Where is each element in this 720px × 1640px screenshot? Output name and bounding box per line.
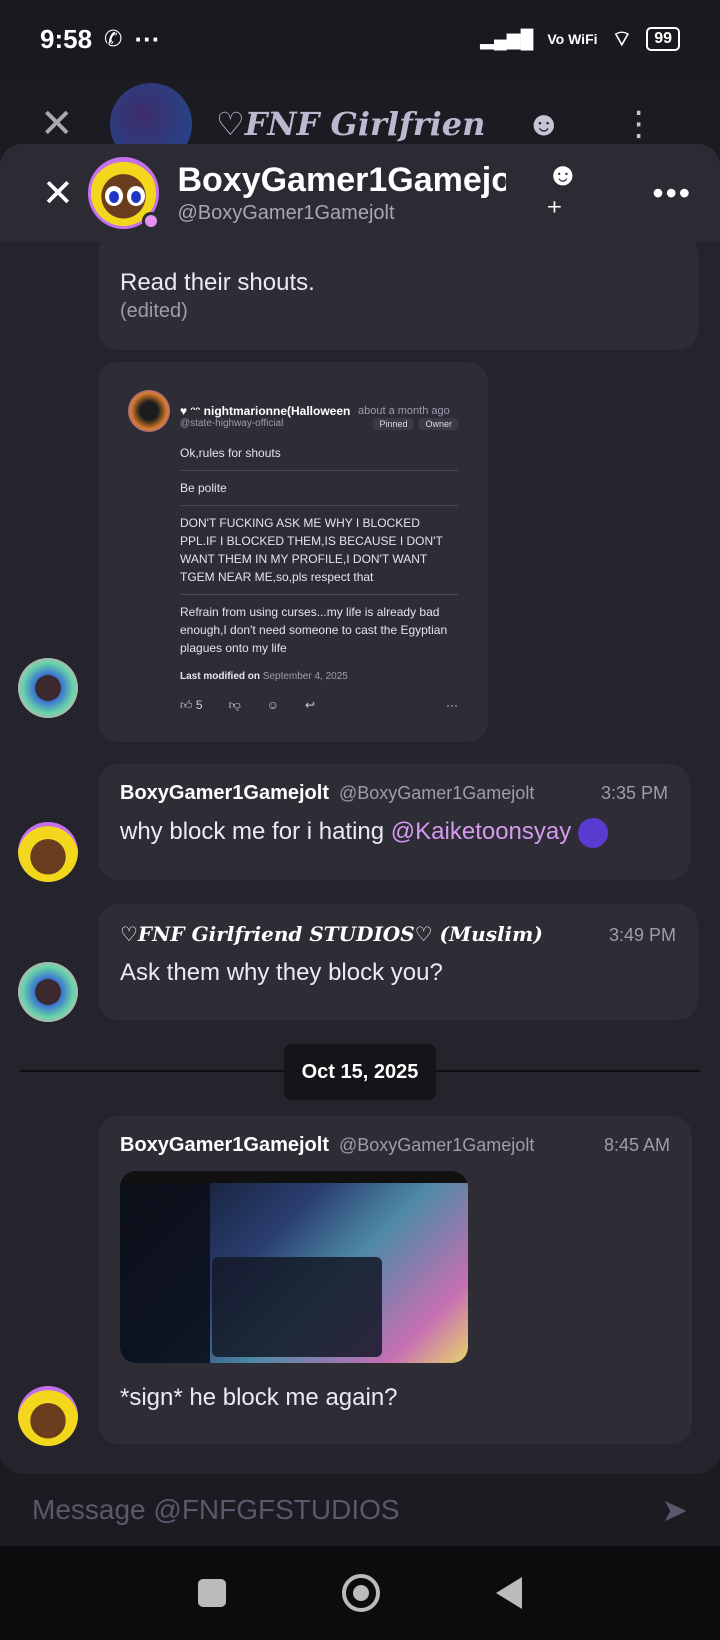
more-vertical-icon[interactable]: ⋮ xyxy=(622,104,656,144)
shout-paragraph: Be polite xyxy=(180,471,458,506)
shout-paragraph: DON'T FUCKING ASK ME WHY I BLOCKED PPL.I… xyxy=(180,506,458,595)
shout-modified: Last modified on September 4, 2025 xyxy=(180,671,348,682)
message-time: 8:45 AM xyxy=(603,1135,670,1155)
avatar[interactable] xyxy=(18,962,78,1022)
message-text: Ask them why they block you? xyxy=(120,959,443,986)
status-time: 9:58 xyxy=(40,23,93,54)
send-icon[interactable]: ➤ xyxy=(661,1491,688,1529)
mention-avatar xyxy=(577,817,608,848)
like-icon: 👍︎ 5 xyxy=(180,698,203,712)
message-text: why block me for i hating @Kaiketoonsyay xyxy=(120,815,668,849)
pinned-badge: Pinned xyxy=(373,418,414,430)
message-text: Read their shouts. xyxy=(120,269,315,296)
reaction-icon: ☺ xyxy=(266,698,280,712)
add-friend-icon[interactable]: ☻⁺ xyxy=(546,156,596,231)
message-composer: ➤ xyxy=(0,1474,720,1546)
user-mention[interactable]: @Kaiketoonsyay xyxy=(391,818,571,845)
message-time: 3:35 PM xyxy=(600,783,668,803)
shout-screenshot-card[interactable]: ♥ ᵔᵔ nightmarionne(Halloween special) ab… xyxy=(98,362,488,742)
system-nav-bar xyxy=(0,1546,720,1640)
avatar[interactable] xyxy=(87,157,161,230)
message-input[interactable] xyxy=(32,1494,662,1526)
vowifi-label: Vo WiFi xyxy=(547,31,598,47)
owner-badge: Owner xyxy=(419,418,458,430)
whatsapp-icon: ✆ xyxy=(104,26,123,51)
shout-author: ♥ ᵔᵔ nightmarionne(Halloween special) xyxy=(180,404,350,418)
message-time: 3:49 PM xyxy=(608,925,676,945)
avatar xyxy=(128,390,170,432)
shout-paragraph: Refrain from using curses...my life is a… xyxy=(180,605,448,655)
more-horizontal-icon[interactable]: ••• xyxy=(652,175,692,212)
date-divider: Oct 15, 2025 xyxy=(284,1044,436,1100)
close-icon[interactable]: ✕ xyxy=(28,171,88,216)
close-icon[interactable]: ✕ xyxy=(40,101,100,147)
online-status-dot xyxy=(142,212,161,230)
battery-indicator: 99 xyxy=(646,27,680,51)
status-bar: 9:58 ✆ ··· ▂▄▆█ Vo WiFi ⌔ 99 xyxy=(0,0,720,78)
dm-user-name: BoxyGamer1Gamejolt xyxy=(177,161,507,199)
message-bubble[interactable]: Read their shouts. (edited) xyxy=(98,234,698,350)
dm-sheet: ✕ BoxyGamer1Gamejolt @BoxyGamer1Gamejolt… xyxy=(0,144,720,1474)
message-handle: @BoxyGamer1Gamejolt xyxy=(338,1135,535,1155)
recents-button[interactable] xyxy=(198,1579,226,1607)
screenshot-attachment[interactable] xyxy=(120,1171,468,1363)
dislike-icon: 👎︎ xyxy=(228,698,241,712)
message-handle: @BoxyGamer1Gamejolt xyxy=(338,783,535,803)
message-bubble[interactable]: BoxyGamer1Gamejolt @BoxyGamer1Gamejolt 3… xyxy=(98,764,690,880)
message-bubble[interactable]: BoxyGamer1Gamejolt @BoxyGamer1Gamejolt 8… xyxy=(98,1116,692,1444)
edited-label: (edited) xyxy=(120,300,188,322)
shout-body: Ok,rules for shouts Be polite DON'T FUCK… xyxy=(180,444,458,665)
message-author[interactable]: ♡FNF Girlfriend STUDIOS♡ (Muslim) xyxy=(120,922,543,946)
reply-icon: ↩ xyxy=(305,698,316,712)
signal-icon: ▂▄▆█ xyxy=(480,28,534,49)
message-text: *sign* he block me again? xyxy=(120,1384,398,1411)
shout-time: about a month ago xyxy=(358,405,450,417)
shout-paragraph: Ok,rules for shouts xyxy=(180,444,458,471)
dm-header: ✕ BoxyGamer1Gamejolt @BoxyGamer1Gamejolt… xyxy=(0,144,720,242)
message-author[interactable]: BoxyGamer1Gamejolt xyxy=(120,1134,329,1157)
more-horizontal-icon: ··· xyxy=(446,698,458,712)
avatar[interactable] xyxy=(18,822,78,882)
wifi-icon: ⌔ xyxy=(611,26,633,51)
add-friend-icon[interactable]: ☻ xyxy=(526,105,562,144)
message-bubble[interactable]: ♡FNF Girlfriend STUDIOS♡ (Muslim) 3:49 P… xyxy=(98,904,698,1020)
avatar[interactable] xyxy=(18,658,78,718)
back-button[interactable] xyxy=(496,1577,522,1609)
message-author[interactable]: BoxyGamer1Gamejolt xyxy=(120,782,329,805)
background-chat-title: ♡FNF Girlfrien xyxy=(216,105,486,143)
avatar[interactable] xyxy=(18,1386,78,1446)
dm-user-handle: @BoxyGamer1Gamejolt xyxy=(177,202,395,224)
shout-handle: @state-highway-official xyxy=(180,418,284,429)
more-notifications-icon: ··· xyxy=(134,23,161,54)
home-button[interactable] xyxy=(342,1574,380,1612)
